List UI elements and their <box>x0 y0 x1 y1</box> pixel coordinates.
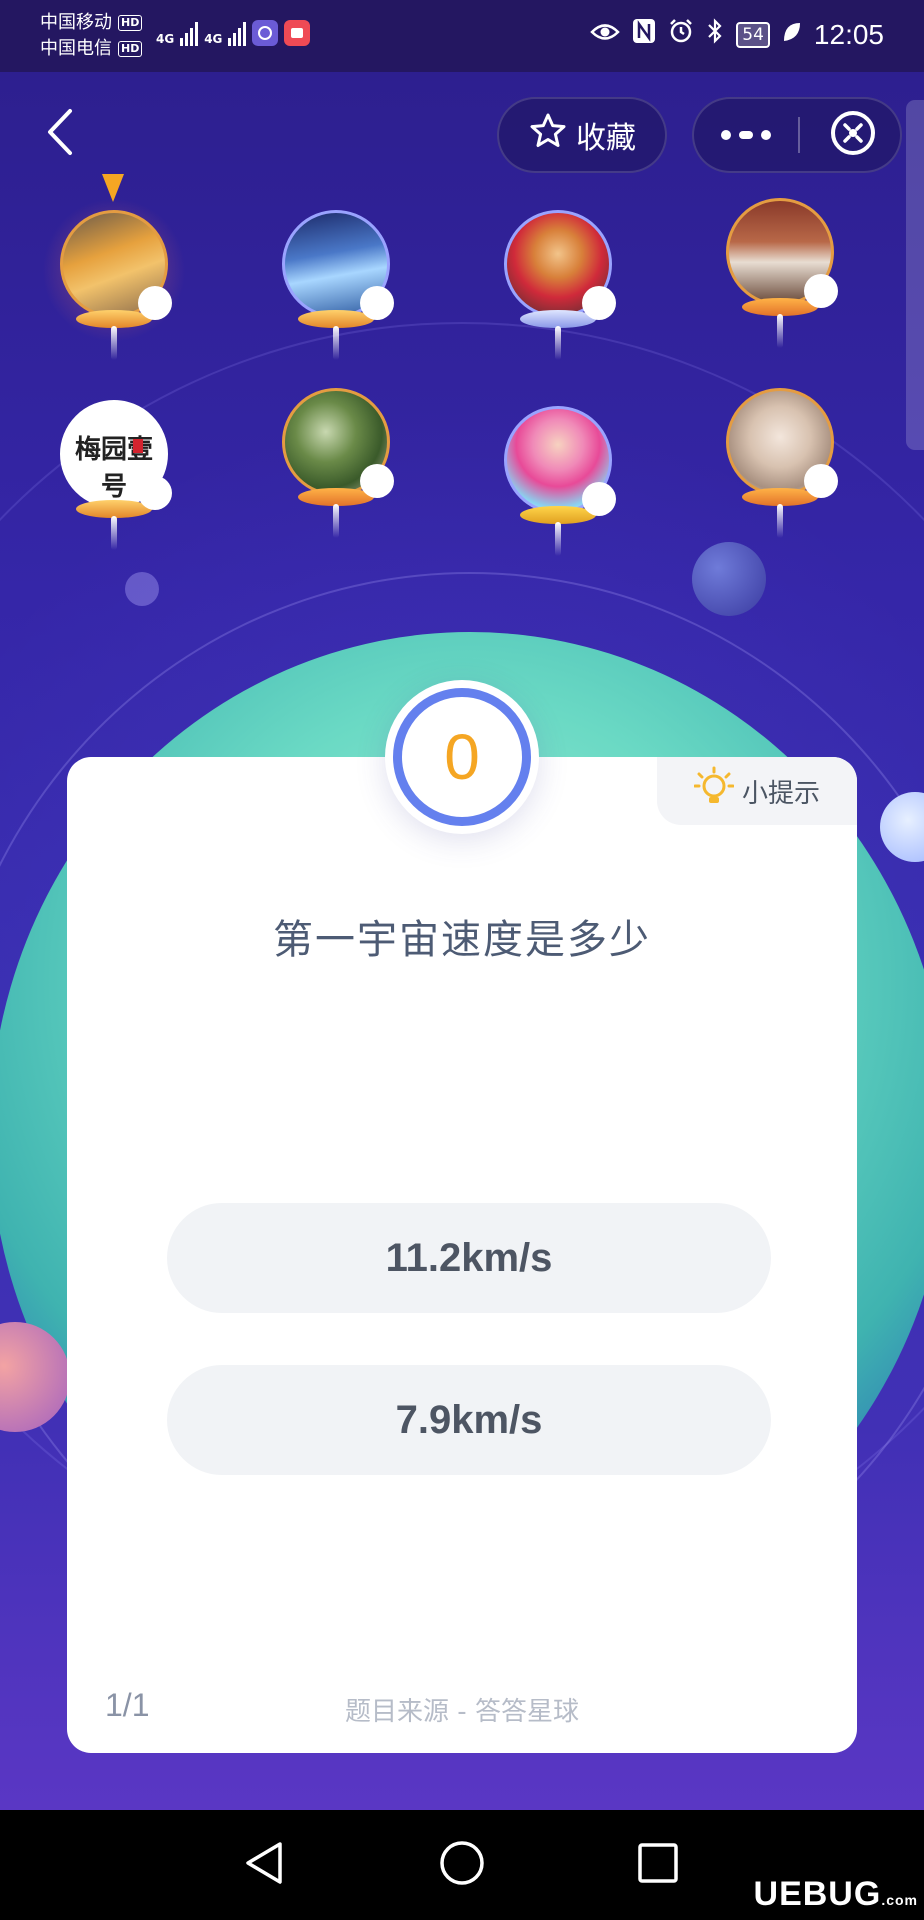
player-avatar[interactable] <box>276 388 396 558</box>
back-button[interactable] <box>34 104 84 164</box>
light-beam <box>555 522 561 556</box>
lightbulb-icon <box>693 766 735 817</box>
carrier-info: 中国移动 HD 中国电信 HD <box>40 10 143 62</box>
light-beam <box>777 504 783 538</box>
leaf-icon <box>782 20 802 50</box>
close-circle-icon <box>829 109 877 161</box>
scrollbar[interactable] <box>906 100 924 450</box>
player-avatar[interactable] <box>498 406 618 576</box>
light-beam <box>555 326 561 360</box>
bluetooth-icon <box>706 18 724 51</box>
status-bar: 中国移动 HD 中国电信 HD 4G 4G 54 12:05 <box>0 0 924 72</box>
watermark-suffix: .com <box>881 1892 918 1908</box>
status-right: 54 12:05 <box>590 18 884 51</box>
status-dot <box>804 274 838 308</box>
hd-badge: HD <box>118 15 143 31</box>
app-notification-icon <box>252 20 279 46</box>
back-arrow-icon <box>44 107 74 161</box>
signal-indicators: 4G 4G <box>156 20 311 46</box>
system-nav-bar: UEBUG.com <box>0 1810 924 1920</box>
player-avatar[interactable] <box>720 198 840 368</box>
status-dot <box>138 476 172 510</box>
hd-badge: HD <box>118 41 143 57</box>
status-dot <box>582 482 616 516</box>
player-avatar[interactable] <box>276 210 396 380</box>
status-dot <box>582 286 616 320</box>
nav-recents-button[interactable] <box>628 1835 688 1895</box>
hint-label: 小提示 <box>741 778 820 809</box>
eye-icon <box>590 20 621 50</box>
light-beam <box>333 504 339 538</box>
question-source: 题目来源 - 答答星球 <box>345 1697 579 1727</box>
question-card: 小提示 第一宇宙速度是多少 11.2km/s 7.9km/s 1/1 题目来源 … <box>67 757 857 1753</box>
capsule-divider <box>798 117 800 153</box>
player-avatar[interactable]: 梅园壹号 <box>54 400 174 570</box>
home-circle-icon <box>439 1840 485 1890</box>
status-dot <box>804 464 838 498</box>
signal-bars-icon <box>228 20 247 46</box>
moon-decoration <box>125 572 159 606</box>
question-text: 第一宇宙速度是多少 <box>273 917 651 963</box>
app-notification-icon <box>284 20 311 46</box>
nav-home-button[interactable] <box>432 1835 492 1895</box>
site-watermark: UEBUG.com <box>754 1875 918 1914</box>
status-dot <box>138 286 172 320</box>
answer-option[interactable]: 11.2km/s <box>167 1203 771 1313</box>
star-icon <box>528 111 568 159</box>
nfc-icon <box>632 18 656 51</box>
hint-button[interactable]: 小提示 <box>657 757 857 825</box>
nav-back-button[interactable] <box>234 1835 294 1895</box>
clock: 12:05 <box>813 18 884 50</box>
seal-mark <box>133 439 143 453</box>
light-beam <box>333 326 339 360</box>
light-beam <box>111 326 117 360</box>
answer-option[interactable]: 7.9km/s <box>167 1365 771 1475</box>
watermark-text: UEBUG <box>753 1875 882 1913</box>
network-1-label: 4G <box>156 32 175 46</box>
carrier-2-label: 中国电信 <box>40 38 112 59</box>
battery-icon: 54 <box>736 21 770 48</box>
status-dot <box>360 286 394 320</box>
more-icon <box>720 126 772 145</box>
carrier-1-label: 中国移动 <box>40 12 112 33</box>
timer-value: 0 <box>444 721 480 793</box>
signal-bars-icon <box>180 20 199 46</box>
network-2-label: 4G <box>204 32 223 46</box>
recents-square-icon <box>637 1842 679 1888</box>
light-beam <box>777 314 783 348</box>
mini-program-capsule <box>692 97 902 173</box>
favorite-button[interactable]: 收藏 <box>497 97 667 173</box>
player-avatar[interactable] <box>498 210 618 380</box>
player-avatar[interactable] <box>42 198 186 380</box>
more-button[interactable] <box>694 99 798 171</box>
timer-ring: 0 <box>393 688 531 826</box>
back-triangle-icon <box>242 1840 286 1890</box>
status-dot <box>360 464 394 498</box>
favorite-label: 收藏 <box>576 121 636 156</box>
close-button[interactable] <box>806 99 900 171</box>
alarm-icon <box>668 18 694 51</box>
light-beam <box>111 516 117 550</box>
countdown-timer: 0 <box>385 680 539 834</box>
player-avatar[interactable] <box>720 388 840 558</box>
